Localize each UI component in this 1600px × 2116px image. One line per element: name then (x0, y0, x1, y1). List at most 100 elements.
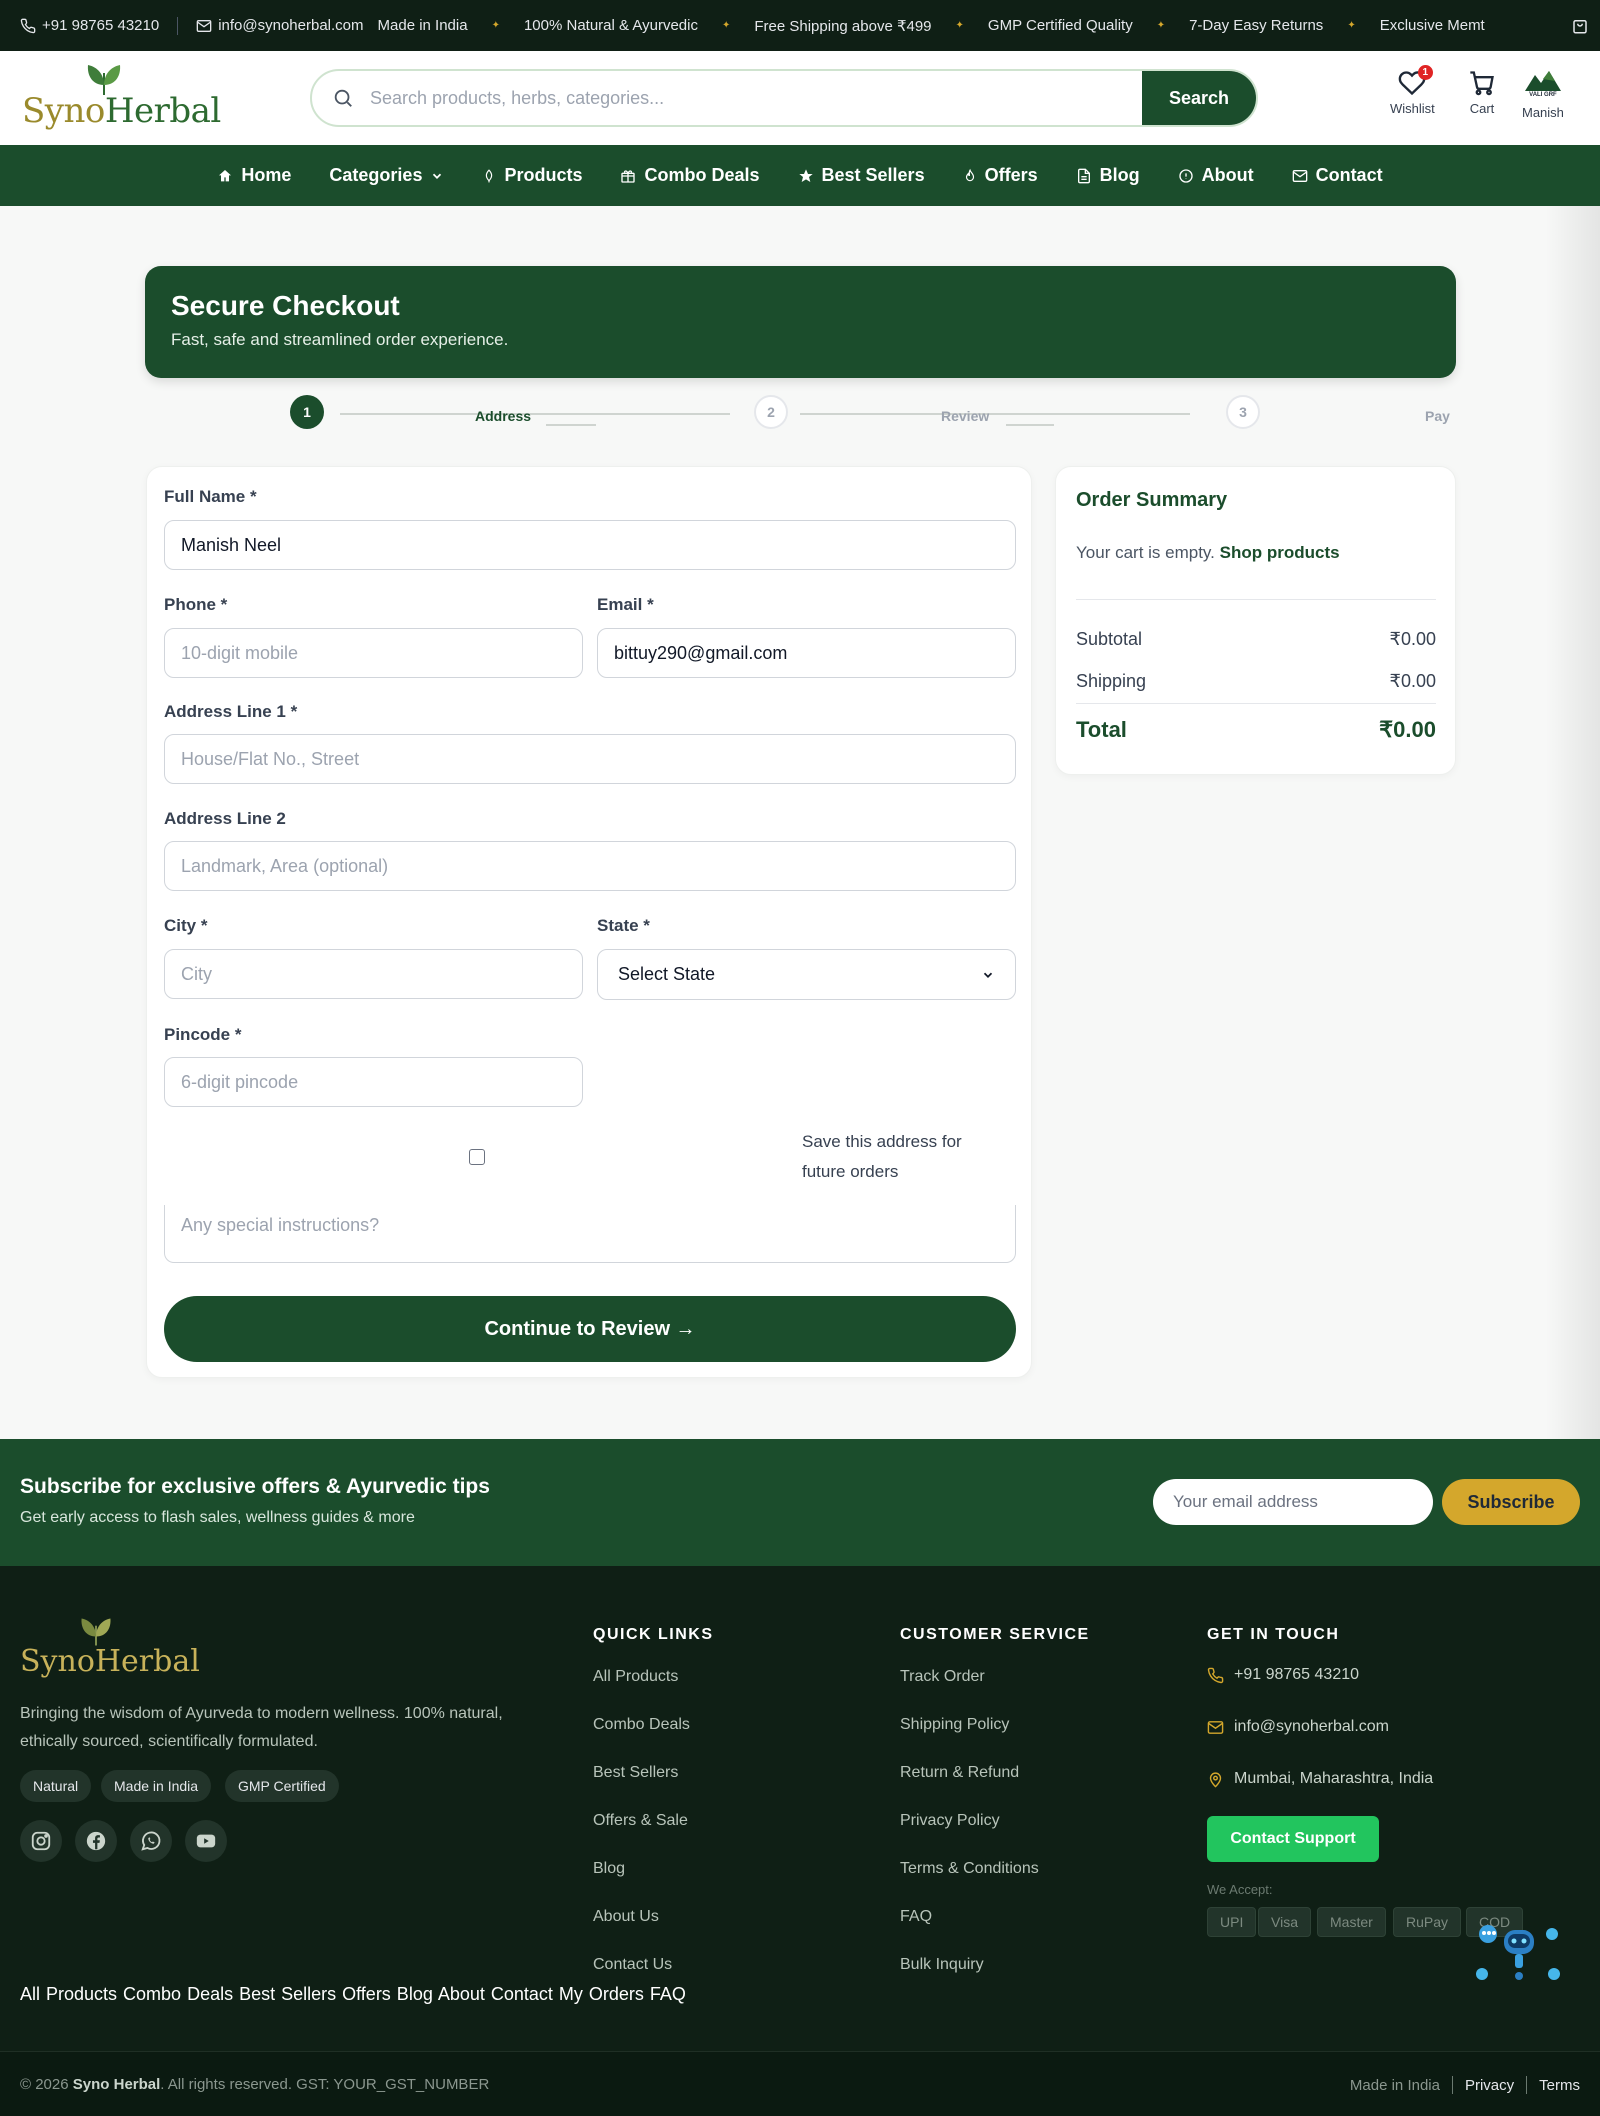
footer-link[interactable]: About Us (593, 1908, 659, 1926)
payment-badge: Visa (1258, 1907, 1311, 1937)
total-label: Total (1076, 717, 1127, 742)
nav-item-categories[interactable]: Categories (329, 165, 444, 186)
nav-label: Products (504, 165, 583, 185)
instagram-icon (31, 1831, 51, 1851)
privacy-link[interactable]: Privacy (1465, 2077, 1514, 2094)
nav-item-offers[interactable]: Offers (963, 165, 1038, 186)
mail-icon (1292, 169, 1307, 182)
footer-link[interactable]: Best Sellers (593, 1764, 678, 1782)
instagram-link[interactable] (20, 1820, 62, 1862)
terms-link[interactable]: Terms (1539, 2077, 1580, 2094)
footer-link[interactable]: Shipping Policy (900, 1716, 1009, 1734)
footer-link[interactable]: All Products (593, 1668, 678, 1686)
footer-link[interactable]: Track Order (900, 1668, 985, 1686)
full-name-input[interactable] (164, 520, 1016, 570)
pincode-input[interactable] (164, 1057, 583, 1107)
whatsapp-link[interactable] (130, 1820, 172, 1862)
footer-email[interactable]: info@synoherbal.com (1207, 1718, 1389, 1736)
info-icon (1178, 168, 1193, 183)
step-underline (1006, 424, 1054, 426)
nav-item-home[interactable]: Home (217, 165, 291, 186)
badge-chip: Natural (20, 1770, 92, 1802)
continue-to-review-button[interactable]: Continue to Review → (164, 1296, 1016, 1362)
topbar-email[interactable]: info@synoherbal.com (196, 17, 364, 34)
topbar-email-text: info@synoherbal.com (218, 17, 364, 34)
customer-service-title: CUSTOMER SERVICE (900, 1626, 1090, 1643)
nav-label: Combo Deals (644, 165, 760, 185)
logo-text: SynoHerbal (22, 91, 221, 131)
footer-link[interactable]: Terms & Conditions (900, 1860, 1039, 1878)
copyright-suffix: . All rights reserved. GST: YOUR_GST_NUM… (160, 2076, 490, 2093)
cart-button[interactable]: Cart (1468, 69, 1496, 116)
divider (177, 16, 179, 35)
footer-location: Mumbai, Maharashtra, India (1207, 1770, 1433, 1788)
facebook-link[interactable] (75, 1820, 117, 1862)
whatsapp-icon (141, 1831, 161, 1851)
youtube-link[interactable] (185, 1820, 227, 1862)
address-line-1-label: Address Line 1 * (164, 702, 298, 721)
badge-chip: GMP Certified (225, 1770, 339, 1802)
mail-icon (196, 19, 212, 32)
step-connector (800, 413, 1190, 415)
wishlist-button[interactable]: 1 Wishlist (1390, 65, 1435, 116)
search-input[interactable] (370, 87, 1142, 109)
footer-link[interactable]: Bulk Inquiry (900, 1956, 984, 1974)
nav-item-about[interactable]: About (1178, 165, 1254, 186)
nav-item-best-sellers[interactable]: Best Sellers (798, 165, 925, 186)
footer-link[interactable]: Offers & Sale (593, 1812, 688, 1830)
shop-products-link[interactable]: Shop products (1220, 543, 1340, 562)
topbar-phone[interactable]: +91 98765 43210 (20, 17, 159, 34)
site-logo[interactable]: SynoHerbal (22, 61, 221, 133)
nav-item-products[interactable]: Products (482, 165, 582, 186)
nav-label: Blog (1099, 165, 1140, 185)
footer-link[interactable]: FAQ (900, 1908, 932, 1926)
full-name-label: Full Name * (164, 487, 257, 506)
address-line-1-input[interactable] (164, 734, 1016, 784)
nav-item-contact[interactable]: Contact (1292, 165, 1383, 186)
step-3-indicator: 3 (1226, 395, 1260, 429)
city-input[interactable] (164, 949, 583, 999)
chatbot-launcher[interactable] (1470, 1918, 1562, 1990)
divider (1451, 2076, 1453, 2094)
footer-link[interactable]: Combo Deals (593, 1716, 690, 1734)
empty-text: Your cart is empty. (1076, 543, 1215, 562)
payment-badge: RuPay (1393, 1907, 1462, 1937)
nav-item-combo-deals[interactable]: Combo Deals (620, 165, 760, 186)
topbar-bag-button[interactable] (1560, 0, 1600, 51)
nav-item-blog[interactable]: Blog (1076, 165, 1140, 186)
search-button[interactable]: Search (1142, 71, 1256, 125)
state-select[interactable]: Select State (597, 949, 1016, 1000)
subscribe-button[interactable]: Subscribe (1442, 1479, 1580, 1525)
shipping-row: Shipping ₹0.00 (1076, 671, 1436, 692)
footer-phone[interactable]: +91 98765 43210 (1207, 1666, 1359, 1684)
footer-link[interactable]: Return & Refund (900, 1764, 1019, 1782)
phone-input[interactable] (164, 628, 583, 678)
contact-support-button[interactable]: Contact Support (1207, 1816, 1379, 1862)
home-icon (219, 169, 232, 181)
footer-logo[interactable]: SynoHerbal (20, 1616, 200, 1686)
sparkle-icon: ✦ (1347, 20, 1356, 31)
footer-link[interactable]: Contact Us (593, 1956, 672, 1974)
leaf-icon (486, 168, 493, 182)
special-instructions-textarea[interactable]: Any special instructions? (164, 1205, 1016, 1263)
state-selected-value: Select State (618, 964, 716, 984)
footer-description: Bringing the wisdom of Ayurveda to moder… (20, 1705, 503, 1750)
marquee-item: GMP Certified Quality (987, 17, 1133, 34)
footer-link[interactable]: Blog (593, 1860, 625, 1878)
save-address-checkbox[interactable] (469, 1149, 485, 1165)
newsletter-email-input[interactable] (1153, 1479, 1433, 1525)
footer-inline-links[interactable]: All Products Combo Deals Best Sellers Of… (20, 1984, 686, 2005)
footer-link[interactable]: Privacy Policy (900, 1812, 1000, 1830)
user-menu-button[interactable]: VALI GRF Manish (1522, 67, 1564, 120)
email-label: Email * (597, 595, 654, 614)
quick-links-title: QUICK LINKS (593, 1626, 714, 1643)
address-line-2-input[interactable] (164, 841, 1016, 891)
nav-label: Offers (984, 165, 1038, 185)
email-input[interactable] (597, 628, 1016, 678)
subtotal-row: Subtotal ₹0.00 (1076, 629, 1436, 650)
get-in-touch-title: GET IN TOUCH (1207, 1626, 1340, 1643)
footer-phone-text: +91 98765 43210 (1234, 1666, 1360, 1683)
subtotal-value: ₹0.00 (1389, 629, 1437, 649)
newsletter-subtitle: Get early access to flash sales, wellnes… (20, 1509, 415, 1526)
payment-badge: UPI (1207, 1907, 1257, 1937)
